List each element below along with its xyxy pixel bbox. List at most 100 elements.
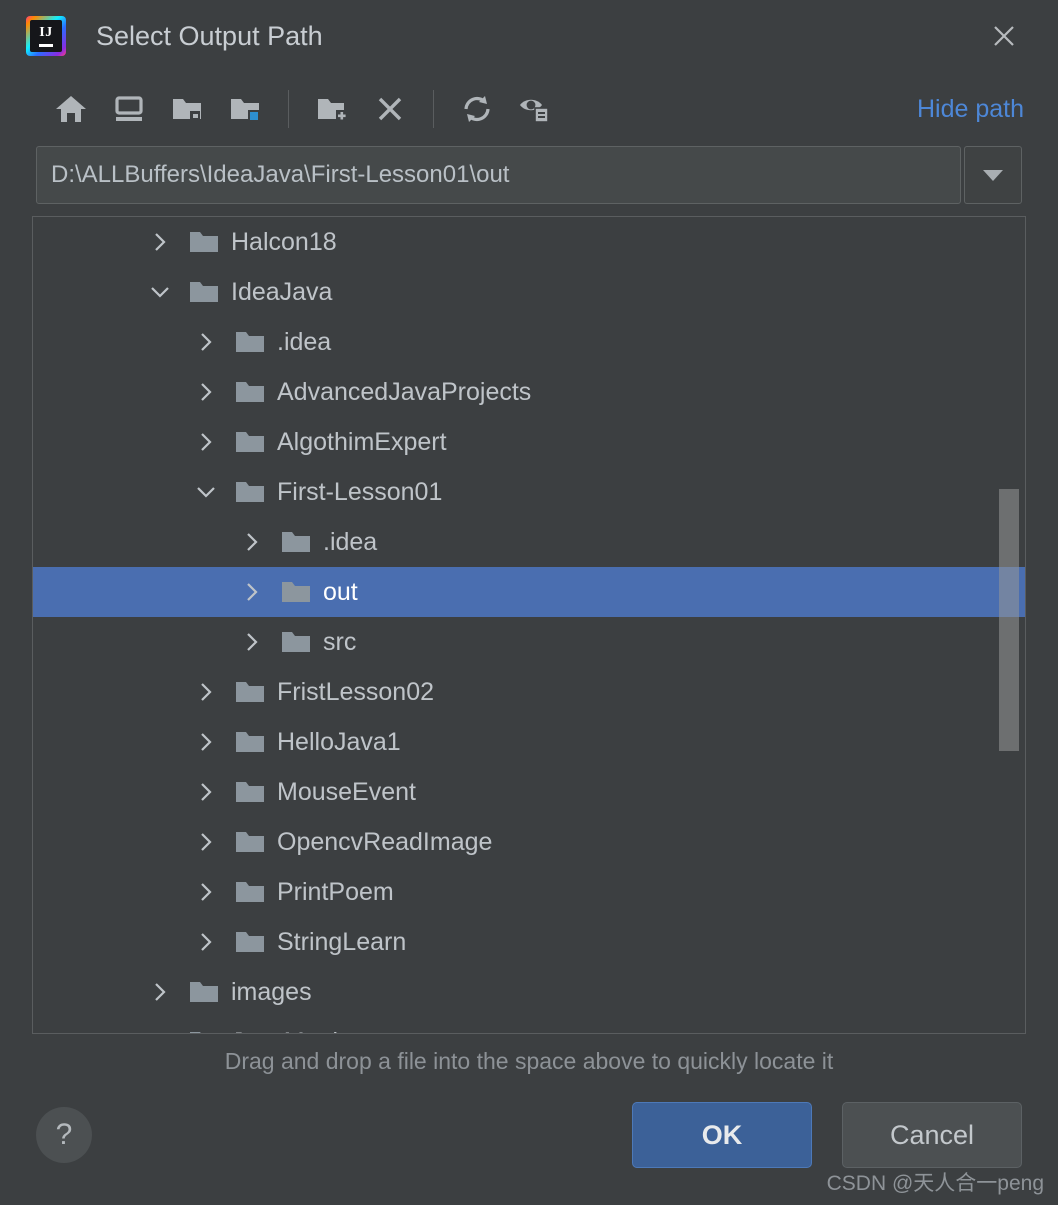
tree-row-label: OpencvReadImage xyxy=(277,827,493,856)
tree-row-label: FristLesson02 xyxy=(277,677,435,706)
tree-row[interactable]: src xyxy=(33,617,1025,667)
file-tree-panel: Halcon18 IdeaJava .idea AdvancedJavaProject… xyxy=(32,216,1026,1034)
chevron-right-icon[interactable] xyxy=(189,425,223,459)
tree-row[interactable]: FristLesson02 xyxy=(33,667,1025,717)
tree-row[interactable]: images xyxy=(33,967,1025,1017)
tree-row-label: images xyxy=(231,977,312,1006)
path-input[interactable]: D:\ALLBuffers\IdeaJava\First-Lesson01\ou… xyxy=(36,146,961,204)
tree-row[interactable]: PrintPoem xyxy=(33,867,1025,917)
folder-icon xyxy=(235,929,277,955)
tree-row-selected[interactable]: out xyxy=(33,567,1025,617)
folder-icon xyxy=(235,829,277,855)
tree-row-label: MouseEvent xyxy=(277,777,416,806)
folder-icon xyxy=(235,429,277,455)
tree-scrollbar[interactable] xyxy=(999,217,1019,1033)
tree-row-label: AlgothimExpert xyxy=(277,427,447,456)
folder-icon xyxy=(236,832,264,852)
module-directory-icon[interactable] xyxy=(216,84,274,134)
path-history-dropdown[interactable] xyxy=(964,146,1022,204)
tree-row[interactable]: Halcon18 xyxy=(33,217,1025,267)
chevron-right-icon[interactable] xyxy=(189,925,223,959)
chevron-right-icon[interactable] xyxy=(235,575,269,609)
folder-icon xyxy=(235,729,277,755)
tree-row[interactable]: .idea xyxy=(33,317,1025,367)
tree-row[interactable]: IdeaJava xyxy=(33,267,1025,317)
toolbar-separator xyxy=(288,90,289,128)
close-icon[interactable] xyxy=(982,14,1026,58)
folder-icon xyxy=(282,532,310,552)
folder-icon xyxy=(235,479,277,505)
folder-icon xyxy=(190,982,218,1002)
new-folder-icon[interactable] xyxy=(303,84,361,134)
folder-icon xyxy=(236,432,264,452)
chevron-right-icon[interactable] xyxy=(143,225,177,259)
show-hidden-files-icon[interactable] xyxy=(506,84,564,134)
cancel-button[interactable]: Cancel xyxy=(842,1102,1022,1168)
folder-icon xyxy=(281,529,323,555)
desktop-icon[interactable] xyxy=(100,84,158,134)
tree-scrollbar-thumb[interactable] xyxy=(999,489,1019,751)
tree-row[interactable]: HelloJava1 xyxy=(33,717,1025,767)
chevron-right-icon[interactable] xyxy=(189,875,223,909)
path-field-row: D:\ALLBuffers\IdeaJava\First-Lesson01\ou… xyxy=(36,146,1022,204)
tree-row[interactable]: JavaMaoi xyxy=(33,1017,1025,1033)
titlebar: IJ Select Output Path xyxy=(0,0,1058,72)
tree-row[interactable]: StringLearn xyxy=(33,917,1025,967)
folder-icon xyxy=(236,932,264,952)
tree-row-label: HelloJava1 xyxy=(277,727,401,756)
folder-icon xyxy=(282,582,310,602)
folder-icon xyxy=(190,1032,201,1033)
tree-row-label: PrintPoem xyxy=(277,877,394,906)
folder-icon xyxy=(236,482,264,502)
help-button[interactable]: ? xyxy=(36,1107,92,1163)
chevron-right-icon[interactable] xyxy=(235,625,269,659)
tree-row[interactable]: OpencvReadImage xyxy=(33,817,1025,867)
chevron-right-icon[interactable] xyxy=(189,775,223,809)
folder-icon xyxy=(281,579,323,605)
tree-row[interactable]: AlgothimExpert xyxy=(33,417,1025,467)
folder-icon xyxy=(236,682,264,702)
ok-button[interactable]: OK xyxy=(632,1102,812,1168)
tree-row[interactable]: .idea xyxy=(33,517,1025,567)
chevron-right-icon[interactable] xyxy=(189,375,223,409)
folder-icon xyxy=(236,332,264,352)
tree-row-label: IdeaJava xyxy=(231,277,333,306)
file-tree[interactable]: Halcon18 IdeaJava .idea AdvancedJavaProject… xyxy=(33,217,1025,1033)
project-directory-icon[interactable] xyxy=(158,84,216,134)
delete-icon[interactable] xyxy=(361,84,419,134)
tree-row-label: First-Lesson01 xyxy=(277,477,443,506)
chevron-down-icon[interactable] xyxy=(143,275,177,309)
intellij-idea-icon: IJ xyxy=(26,16,66,56)
tree-row[interactable]: MouseEvent xyxy=(33,767,1025,817)
chevron-right-icon[interactable] xyxy=(189,725,223,759)
chevron-down-icon[interactable] xyxy=(189,475,223,509)
folder-icon xyxy=(236,782,264,802)
home-icon[interactable] xyxy=(42,84,100,134)
tree-row[interactable]: First-Lesson01 xyxy=(33,467,1025,517)
tree-row-label: Halcon18 xyxy=(231,227,337,256)
drag-drop-hint: Drag and drop a file into the space abov… xyxy=(224,1048,834,1074)
chevron-right-icon[interactable] xyxy=(189,675,223,709)
chevron-right-icon[interactable] xyxy=(235,525,269,559)
chevron-down-icon xyxy=(983,169,1003,181)
dialog-title: Select Output Path xyxy=(96,20,323,51)
chevron-right-icon[interactable] xyxy=(189,325,223,359)
folder-icon xyxy=(235,879,277,905)
folder-icon xyxy=(189,279,231,305)
folder-icon xyxy=(189,229,231,255)
tree-row[interactable]: AdvancedJavaProjects xyxy=(33,367,1025,417)
hide-path-link[interactable]: Hide path xyxy=(917,95,1034,124)
folder-icon xyxy=(235,679,277,705)
watermark: CSDN @天人合一peng xyxy=(826,1172,1044,1195)
tree-row-label: src xyxy=(323,627,357,656)
folder-icon xyxy=(235,779,277,805)
chevron-right-icon[interactable] xyxy=(143,1025,177,1033)
toolbar: Hide path xyxy=(0,72,1058,146)
chevron-right-icon[interactable] xyxy=(143,975,177,1009)
refresh-icon[interactable] xyxy=(448,84,506,134)
chevron-right-icon[interactable] xyxy=(189,825,223,859)
dialog-footer: ? OK Cancel CSDN @天人合一peng xyxy=(0,1075,1058,1205)
toolbar-separator xyxy=(433,90,434,128)
folder-icon xyxy=(189,979,231,1005)
tree-row-label: out xyxy=(323,577,358,606)
